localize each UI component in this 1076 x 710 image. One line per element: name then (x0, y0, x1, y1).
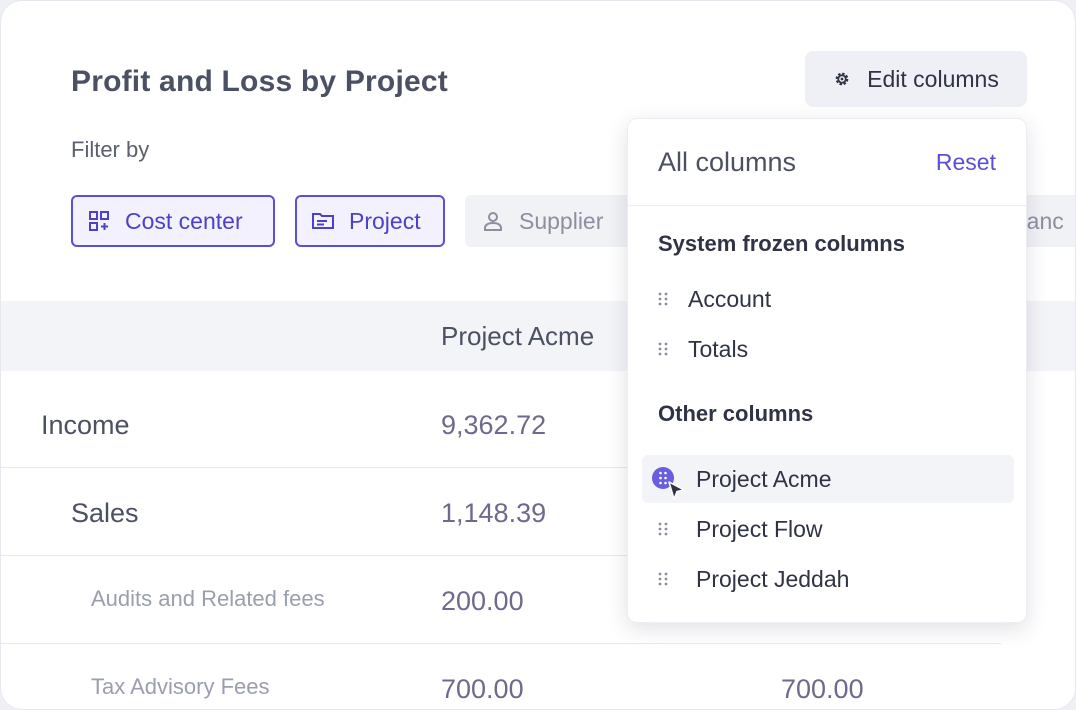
row-value: 700.00 (781, 674, 864, 704)
reset-button[interactable]: Reset (936, 149, 996, 176)
edit-columns-label: Edit columns (867, 65, 999, 92)
filter-chip-supplier[interactable]: Supplier (465, 195, 631, 247)
row-label-tax-advisory: Tax Advisory Fees (91, 674, 270, 699)
edit-columns-button[interactable]: Edit columns (805, 51, 1027, 107)
frozen-columns-heading: System frozen columns (658, 231, 905, 256)
column-item-label: Project Acme (696, 465, 832, 492)
row-value: 200.00 (441, 586, 524, 616)
user-icon (484, 212, 502, 231)
drag-handle-icon[interactable] (656, 571, 670, 587)
mouse-cursor-icon (668, 481, 685, 500)
column-item-label: Totals (688, 335, 749, 362)
column-item-label: Project Flow (696, 515, 823, 542)
page-title: Profit and Loss by Project (71, 65, 448, 98)
column-item-totals: Totals (642, 325, 1014, 373)
drag-handle-icon (658, 292, 668, 306)
row-divider (1, 643, 1001, 644)
row-value: 700.00 (441, 674, 524, 704)
column-header-project-acme: Project Acme (441, 321, 595, 351)
report-card: Profit and Loss by Project Edit columns … (0, 0, 1076, 710)
cost-center-icon (89, 211, 109, 231)
folder-icon (312, 213, 334, 229)
column-item-project-jeddah[interactable]: Project Jeddah (642, 555, 1014, 603)
gear-icon (835, 72, 849, 86)
filter-chip-label: Cost center (125, 207, 243, 234)
edit-columns-dropdown: All columns Reset System frozen columns … (627, 118, 1027, 623)
drag-handle-icon (658, 342, 668, 356)
dropdown-divider (628, 205, 1026, 206)
filter-chip-project[interactable]: Project (295, 195, 445, 247)
dropdown-title: All columns (658, 147, 797, 177)
column-item-label: Project Jeddah (696, 565, 850, 592)
filter-label: Filter by (71, 137, 150, 162)
other-columns-heading: Other columns (658, 401, 814, 426)
column-item-label: Account (688, 285, 772, 312)
filter-chip-cost-center[interactable]: Cost center (71, 195, 275, 247)
filter-chip-label: Project (349, 207, 421, 234)
row-value: 1,148.39 (441, 498, 547, 528)
row-label-income: Income (41, 410, 130, 440)
row-label-sales: Sales (71, 498, 139, 528)
row-value: 9,362.72 (441, 410, 547, 440)
filter-chip-label: Supplier (519, 207, 604, 234)
column-item-project-acme[interactable]: Project Acme (642, 455, 1014, 503)
column-item-project-flow[interactable]: Project Flow (642, 505, 1014, 553)
drag-handle-icon[interactable] (656, 521, 670, 537)
column-item-account: Account (642, 275, 1014, 323)
row-label-audits: Audits and Related fees (91, 586, 325, 611)
